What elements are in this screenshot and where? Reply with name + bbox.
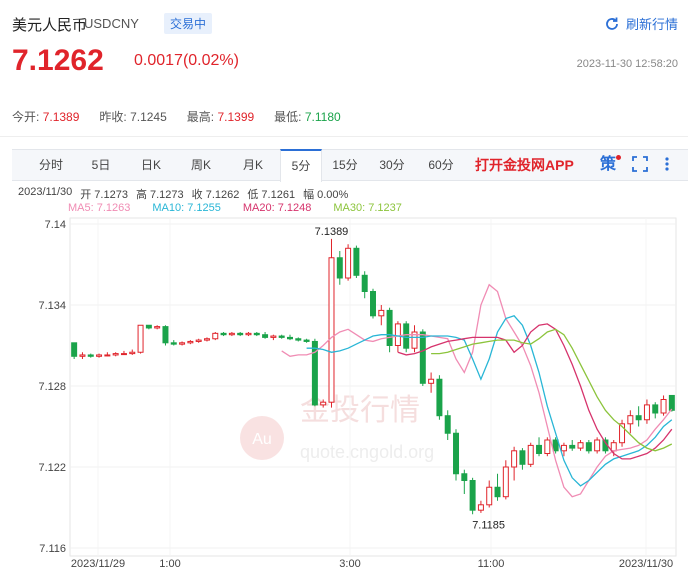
candle-body — [569, 444, 576, 449]
candle-body — [635, 415, 642, 421]
candle-body — [361, 274, 368, 292]
candle-body — [610, 442, 617, 452]
x-tick-label: 2023/11/29 — [71, 558, 125, 570]
candle-body — [295, 338, 302, 341]
candle-body — [386, 309, 393, 346]
candle-body — [270, 335, 277, 338]
candle-body — [394, 323, 401, 346]
candle-body — [220, 332, 227, 336]
candle-body — [419, 331, 426, 384]
watermark-badge-text: Au — [252, 431, 272, 448]
x-tick-label: 11:00 — [478, 558, 505, 570]
candle-body — [253, 332, 260, 336]
candle-body — [320, 401, 327, 406]
candle-body — [129, 351, 136, 355]
candle-body — [477, 504, 484, 511]
candle-body — [212, 332, 219, 340]
candle-body — [195, 339, 202, 342]
candle-body — [527, 444, 534, 465]
candle-body — [179, 342, 186, 345]
candle-body — [187, 340, 194, 344]
watermark-sub: quote.cngold.org — [300, 442, 434, 462]
candle-body — [145, 324, 152, 329]
candle-body — [627, 415, 634, 425]
candle-body — [154, 326, 161, 329]
candle-body — [469, 480, 476, 511]
candle-body — [345, 247, 352, 279]
y-tick-label: 7.128 — [38, 381, 66, 393]
candle-body — [370, 291, 376, 317]
candle-body — [237, 332, 244, 336]
candle-body — [436, 378, 443, 417]
candle-body — [328, 257, 335, 403]
candle-body — [353, 247, 360, 276]
candle-body — [643, 404, 650, 421]
candle-body — [461, 473, 468, 481]
candle-body — [577, 442, 584, 449]
candle-body — [403, 323, 410, 349]
candle-body — [486, 486, 493, 506]
candle-body — [336, 257, 343, 279]
candle-body — [245, 332, 252, 336]
candle-body — [544, 439, 551, 454]
candle-body — [444, 415, 451, 434]
candle-body — [79, 354, 86, 357]
y-tick-label: 7.14 — [45, 219, 66, 231]
x-tick-label: 1:00 — [159, 558, 180, 570]
candle-body — [585, 442, 592, 452]
candle-body — [137, 324, 144, 353]
candle-body — [453, 432, 460, 475]
candle-body — [378, 309, 385, 317]
candle-body — [511, 450, 518, 468]
candle-body — [87, 354, 94, 357]
candle-body — [162, 326, 169, 344]
candle-body — [652, 404, 659, 414]
y-tick-label: 7.116 — [39, 543, 66, 555]
candle-body — [536, 444, 543, 454]
candle-body — [170, 342, 177, 345]
candle-body — [519, 450, 526, 465]
candle-body — [104, 354, 111, 357]
candle-body — [494, 486, 501, 498]
candle-body — [96, 354, 103, 357]
candle-body — [428, 378, 435, 384]
candle-body — [71, 342, 78, 357]
candle-body — [594, 439, 601, 452]
candle-body — [120, 353, 127, 356]
x-tick-label: 2023/11/30 — [619, 558, 673, 570]
high-annotation: 7.1389 — [315, 226, 349, 238]
candle-body — [668, 394, 675, 411]
candle-body — [278, 335, 285, 338]
candle-body — [560, 444, 567, 452]
candle-body — [303, 339, 310, 342]
candle-body — [552, 439, 559, 452]
candle-body — [286, 336, 293, 340]
plot-frame — [69, 217, 677, 557]
candle-body — [660, 399, 667, 414]
candle-body — [228, 332, 235, 336]
y-tick-label: 7.122 — [38, 462, 66, 474]
low-annotation: 7.1185 — [472, 519, 505, 531]
y-tick-label: 7.134 — [38, 300, 66, 312]
x-tick-label: 3:00 — [339, 558, 360, 570]
candle-body — [112, 353, 119, 356]
watermark-main: 金投行情 — [300, 393, 420, 428]
candle-body — [203, 338, 210, 341]
candle-body — [502, 466, 509, 498]
candlestick-chart[interactable]: Au 金投行情 quote.cngold.org 7.14 7.134 7.128 7.12… — [0, 0, 688, 570]
ma-line-ma5 — [281, 283, 673, 498]
candle-body — [262, 334, 269, 338]
